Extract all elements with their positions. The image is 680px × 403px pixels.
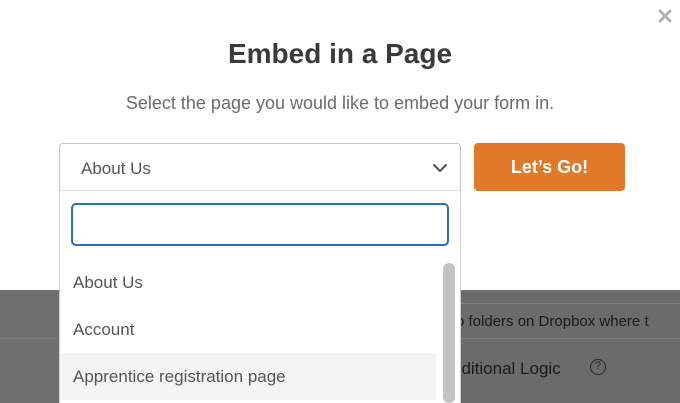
background-divider: [438, 303, 680, 304]
modal-subtitle: Select the page you would like to embed …: [125, 93, 555, 113]
background-panel: [438, 292, 680, 403]
page-select-value: About Us: [81, 159, 151, 178]
page-select[interactable]: About Us: [59, 143, 461, 191]
page-option-apprentice-registration[interactable]: Apprentice registration page: [60, 353, 436, 400]
page-select-dropdown: About Us Account Apprentice registration…: [59, 191, 461, 403]
modal-title: Embed in a Page: [227, 38, 453, 69]
chevron-down-icon: [433, 164, 447, 172]
background-conditional-logic-label: nditional Logic: [452, 359, 561, 378]
close-button[interactable]: [656, 7, 676, 27]
help-icon: ?: [590, 359, 606, 375]
background-dropbox-text: o folders on Dropbox where t: [456, 313, 649, 330]
close-icon: [658, 9, 672, 23]
dropdown-scrollbar-thumb[interactable]: [443, 263, 455, 403]
page-option-account[interactable]: Account: [60, 306, 436, 353]
page-option-about-us[interactable]: About Us: [60, 259, 436, 306]
dropdown-scrollbar[interactable]: [438, 259, 458, 403]
page-search-input[interactable]: [71, 203, 449, 246]
lets-go-button[interactable]: Let’s Go!: [474, 143, 625, 191]
page-options-list: About Us Account Apprentice registration…: [60, 259, 436, 400]
